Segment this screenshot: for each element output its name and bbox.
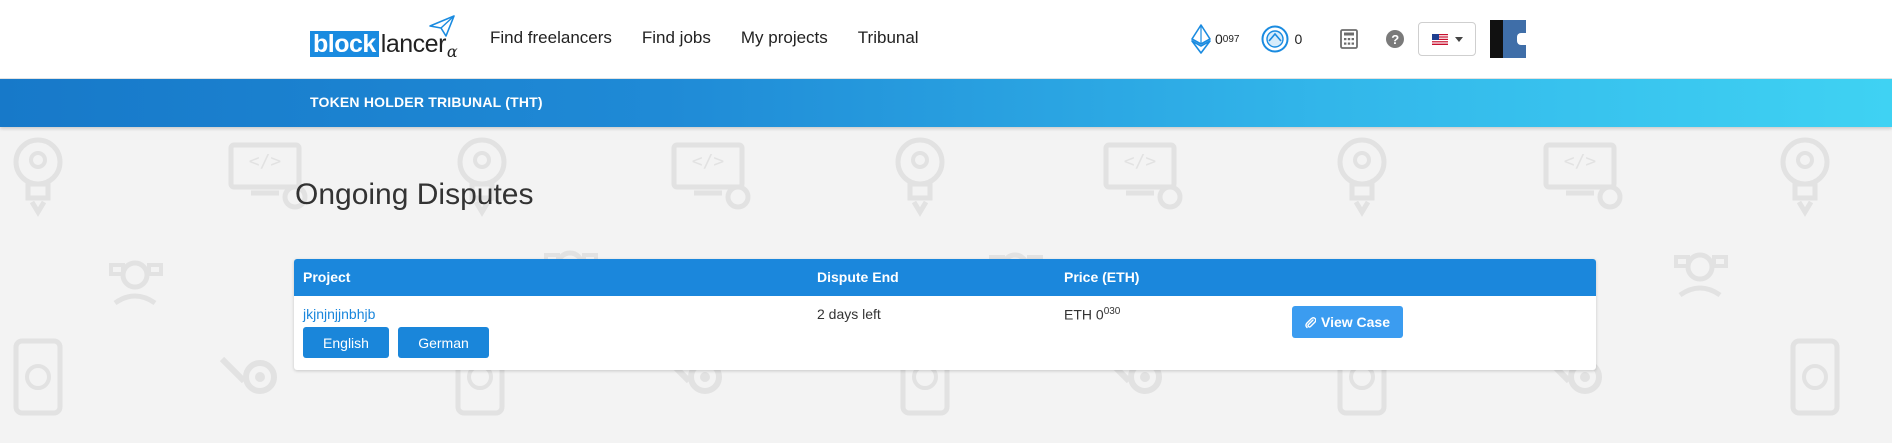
nav-tribunal[interactable]: Tribunal xyxy=(858,28,919,48)
flag-us-icon xyxy=(1431,33,1448,45)
nav-find-freelancers[interactable]: Find freelancers xyxy=(490,28,612,48)
paperclip-icon xyxy=(1305,316,1316,328)
dispute-end-cell: 2 days left xyxy=(817,306,881,322)
ethereum-icon xyxy=(1191,24,1211,54)
section-banner: TOKEN HOLDER TRIBUNAL (THT) xyxy=(0,79,1892,127)
paper-plane-icon xyxy=(429,15,455,37)
help-icon[interactable]: ? xyxy=(1386,30,1405,48)
price-cell: ETH 0030 xyxy=(1064,306,1120,323)
table-header: Project Dispute End Price (ETH) xyxy=(294,259,1596,296)
price-decimals: 030 xyxy=(1103,306,1121,317)
token-balance-value: 0 xyxy=(1294,31,1303,47)
column-header-project: Project xyxy=(303,269,351,285)
top-navbar: block lancer α Find freelancers Find job… xyxy=(0,0,1892,79)
eth-balance-value: 0 xyxy=(1215,31,1223,47)
logo-alpha-text: α xyxy=(446,42,458,61)
token-icon xyxy=(1261,25,1289,53)
wallet-icon[interactable] xyxy=(1490,20,1527,58)
eth-balance-decimals: 097 xyxy=(1222,33,1240,45)
column-header-dispute-end: Dispute End xyxy=(817,269,899,285)
token-balance[interactable]: 0 xyxy=(1261,25,1302,53)
project-cell: jkjnjnjjnbhjb xyxy=(303,306,375,322)
calculator-icon[interactable] xyxy=(1340,29,1359,49)
nav-find-jobs[interactable]: Find jobs xyxy=(642,28,711,48)
view-case-label: View Case xyxy=(1320,314,1390,330)
caret-down-icon xyxy=(1454,36,1463,42)
eth-balance[interactable]: 0 097 xyxy=(1190,24,1239,54)
table-row: jkjnjnjjnbhjb English German 2 days left… xyxy=(294,296,1596,370)
project-link[interactable]: jkjnjnjjnbhjb xyxy=(303,306,375,322)
nav-my-projects[interactable]: My projects xyxy=(741,28,828,48)
banner-title: TOKEN HOLDER TRIBUNAL (THT) xyxy=(310,94,543,110)
blocklancer-logo[interactable]: block lancer α xyxy=(310,15,458,61)
nav-right-tools: 0 097 0 ? xyxy=(1190,20,1527,58)
price-value: ETH 0 xyxy=(1064,306,1104,323)
logo-block-text: block xyxy=(310,31,379,57)
main-nav: Find freelancers Find jobs My projects T… xyxy=(490,28,919,48)
page-title: Ongoing Disputes xyxy=(295,178,534,211)
disputes-table: Project Dispute End Price (ETH) jkjnjnjj… xyxy=(294,259,1596,370)
view-case-button[interactable]: View Case xyxy=(1292,306,1403,338)
language-tag-german[interactable]: German xyxy=(398,327,489,358)
column-header-price: Price (ETH) xyxy=(1064,269,1140,285)
language-tag-english[interactable]: English xyxy=(303,327,389,358)
language-selector[interactable] xyxy=(1418,22,1477,56)
